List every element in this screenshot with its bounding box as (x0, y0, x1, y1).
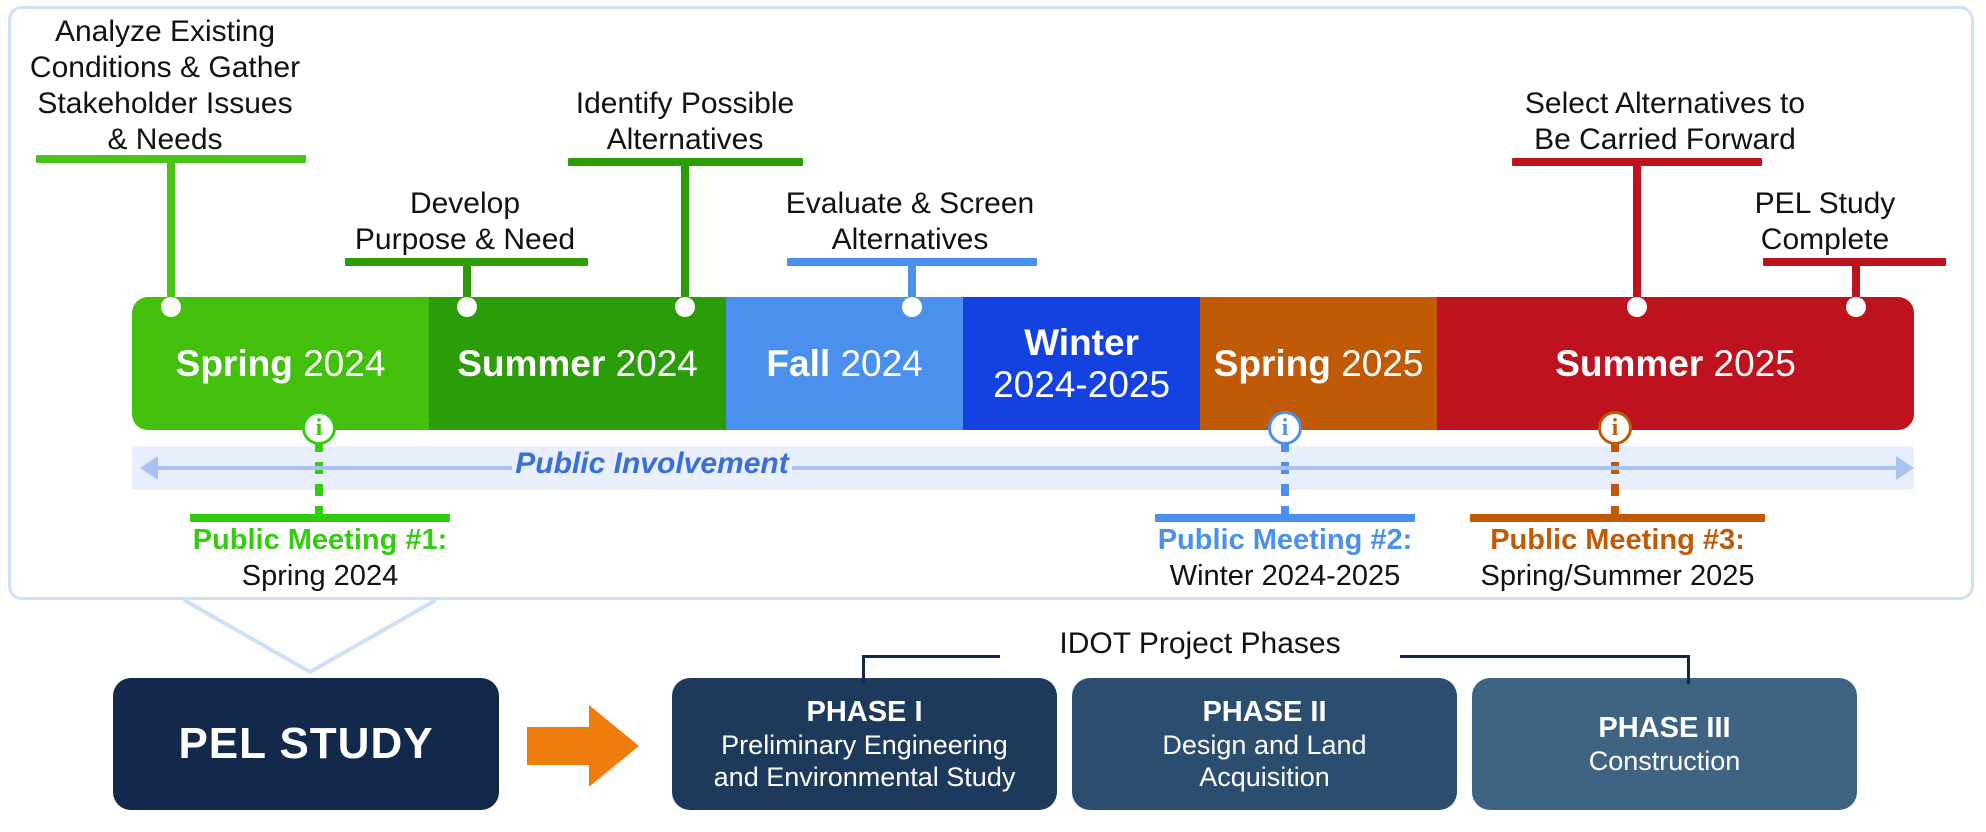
milestone-node-identify (675, 297, 695, 317)
dashed-connector-meeting-2 (1281, 440, 1289, 518)
public-meeting-3[interactable]: Public Meeting #3: Spring/Summer 2025 (1455, 522, 1780, 594)
season-spring-2025[interactable]: Spring 2025 (1200, 297, 1438, 430)
phase-subtitle: Preliminary Engineering and Environmenta… (713, 730, 1016, 792)
season-year: 2024-2025 (993, 363, 1171, 405)
season-name: Summer (1555, 342, 1704, 384)
dashed-connector-meeting-3 (1611, 440, 1619, 518)
arrow-right-icon (1896, 456, 1914, 480)
callout-stem-analyze (167, 160, 175, 305)
season-fall-2024[interactable]: Fall 2024 (726, 297, 964, 430)
callout-pel-study-complete: PEL Study Complete (1754, 187, 1896, 256)
phase-subtitle: Construction (1588, 746, 1741, 776)
callout-stem-select (1633, 163, 1641, 305)
phase-3-box[interactable]: PHASE III Construction (1472, 678, 1857, 810)
meeting-when: Spring 2024 (241, 560, 399, 592)
dashed-connector-meeting-1 (315, 440, 323, 518)
phase-1-box[interactable]: PHASE I Preliminary Engineering and Envi… (672, 678, 1057, 810)
public-involvement-axis (150, 466, 1898, 470)
meeting-when: Spring/Summer 2025 (1480, 560, 1755, 592)
pel-study-label: PEL STUDY (178, 719, 434, 768)
callout-stem-identify (681, 163, 689, 305)
info-icon-meeting-3[interactable]: i (1598, 411, 1632, 445)
idot-phases-label: IDOT Project Phases (1000, 627, 1400, 661)
season-name: Spring (1213, 342, 1331, 384)
milestone-node-evaluate (902, 297, 922, 317)
milestone-node-analyze (161, 297, 181, 317)
info-icon-meeting-2[interactable]: i (1268, 411, 1302, 445)
season-spring-2024[interactable]: Spring 2024 (132, 297, 430, 430)
season-name: Spring (175, 342, 293, 384)
callout-identify-possible-alternatives: Identify Possible Alternatives (575, 87, 795, 156)
arrow-left-icon (140, 456, 158, 480)
season-name: Fall (766, 342, 831, 384)
info-icon-meeting-1[interactable]: i (302, 411, 336, 445)
season-year (293, 343, 303, 384)
phase-title: PHASE III (1598, 712, 1731, 744)
phase-title: PHASE II (1202, 696, 1327, 728)
meeting-when: Winter 2024-2025 (1169, 560, 1401, 592)
season-name: Winter (1024, 321, 1139, 363)
callout-analyze-existing-conditions: Analyze Existing Conditions & Gather Sta… (29, 15, 301, 156)
season-summer-2025[interactable]: Summer 2025 (1437, 297, 1914, 430)
pel-study-box[interactable]: PEL STUDY (113, 678, 499, 810)
timeline-infographic: Analyze Existing Conditions & Gather Sta… (0, 0, 1986, 832)
season-winter-2024-2025[interactable]: Winter 2024-2025 (963, 297, 1201, 430)
milestone-node-complete (1846, 297, 1866, 317)
phase-title: PHASE I (806, 696, 923, 728)
public-meeting-2[interactable]: Public Meeting #2: Winter 2024-2025 (1125, 522, 1445, 594)
milestone-node-select (1627, 297, 1647, 317)
milestone-node-purpose (457, 297, 477, 317)
meeting-title: Public Meeting #1: (192, 524, 448, 556)
season-timeline-bar: Spring 2024 Summer 2024 Fall 2024 Winter… (132, 297, 1914, 430)
meeting-title: Public Meeting #3: (1490, 524, 1745, 556)
meeting-title: Public Meeting #2: (1157, 524, 1413, 556)
callout-develop-purpose-need: Develop Purpose & Need (354, 187, 576, 256)
phase-2-box[interactable]: PHASE II Design and Land Acquisition (1072, 678, 1457, 810)
callout-evaluate-screen-alternatives: Evaluate & Screen Alternatives (785, 187, 1035, 256)
public-meeting-1[interactable]: Public Meeting #1: Spring 2024 (150, 522, 490, 594)
orange-arrow-icon (527, 705, 639, 787)
season-summer-2024[interactable]: Summer 2024 (429, 297, 727, 430)
callout-select-alternatives: Select Alternatives to Be Carried Forwar… (1524, 87, 1806, 156)
public-involvement-label: Public Involvement (512, 447, 792, 481)
season-name: Summer (457, 342, 606, 384)
phase-subtitle: Design and Land Acquisition (1162, 730, 1367, 792)
panel-to-pel-connector (183, 598, 437, 675)
